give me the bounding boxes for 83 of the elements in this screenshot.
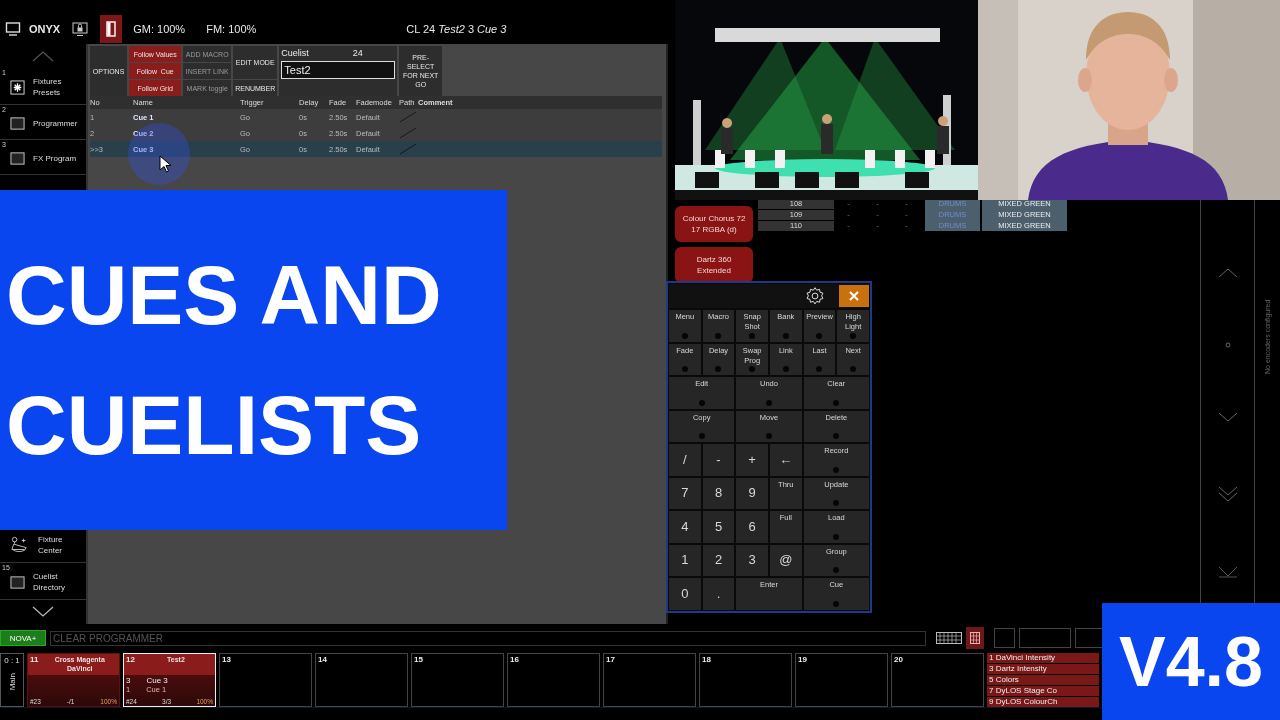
page-panel[interactable]: 0 : 1 Main	[0, 653, 24, 707]
fixture-type-button[interactable]: Colour Chorus 72 17 RGBA (d)	[675, 206, 753, 242]
asterisk-icon	[10, 79, 25, 95]
quick-list-item[interactable]: 9 DyLOS ColourCh	[987, 697, 1099, 707]
grid-icon	[970, 632, 980, 644]
fader-number: 18	[702, 655, 711, 664]
bank-number: 0 : 1	[4, 656, 20, 665]
quick-list-item[interactable]: 1 DaVinci Intensity	[987, 653, 1099, 663]
fader-number: 13	[222, 655, 231, 664]
keypad-key[interactable]: 1	[669, 544, 701, 576]
playback-fader[interactable]: 13	[219, 653, 312, 707]
cuelist-status: CL 24 Test2 3 Cue 3	[406, 23, 507, 35]
cuelist-label: Cuelist	[281, 48, 309, 58]
fader-number: 14	[318, 655, 327, 664]
playback-fader[interactable]: 20	[891, 653, 984, 707]
window-icon	[10, 574, 25, 590]
lock-screen-icon[interactable]	[72, 21, 89, 37]
keypad-key[interactable]: 7	[669, 477, 701, 509]
fader-number: 15	[414, 655, 423, 664]
double-down-icon[interactable]	[1217, 486, 1238, 502]
mode-button[interactable]: NOVA+	[0, 630, 46, 646]
app-name: ONYX	[29, 23, 61, 35]
playback-fader[interactable]: 19	[795, 653, 888, 707]
playback-fader[interactable]: 17	[603, 653, 696, 707]
fader-number: 19	[798, 655, 807, 664]
scroll-down-icon[interactable]	[31, 606, 55, 618]
fader-number: 16	[510, 655, 519, 664]
quick-list-item[interactable]: 3 Dartz Intensity	[987, 664, 1099, 674]
settings-icon[interactable]	[805, 286, 825, 306]
window-icon	[10, 115, 25, 131]
cuelist-number: 24	[352, 48, 363, 58]
keypad-key[interactable]: 6	[736, 511, 768, 543]
quick-list-item[interactable]: 7 DyLOS Stage Co	[987, 686, 1099, 696]
keypad-key[interactable]: ←	[770, 444, 802, 476]
quick-list-item[interactable]: 5 Colors	[987, 675, 1099, 685]
page-up-icon[interactable]	[1217, 268, 1238, 278]
page-down-icon[interactable]	[1217, 412, 1238, 422]
keypad-key[interactable]: +	[736, 444, 768, 476]
flash-master-level: FM: 100%	[206, 23, 257, 35]
fixture-icon	[10, 536, 30, 554]
keypad-key[interactable]: 8	[702, 477, 735, 509]
grid-button[interactable]	[966, 627, 984, 649]
page-name: Main	[7, 673, 17, 691]
fader-number: 20	[894, 655, 903, 664]
fader-number: 11	[30, 655, 39, 664]
window-icon	[10, 150, 25, 166]
keypad-key[interactable]: 9	[736, 477, 768, 509]
title-text: CUELISTS	[6, 377, 423, 474]
last-page-icon[interactable]	[1217, 566, 1238, 578]
cuelist-name-field[interactable]: Test2	[281, 61, 396, 79]
keypad-key[interactable]: 4	[669, 511, 701, 543]
keypad-key[interactable]: 2	[702, 544, 735, 576]
empty-slot[interactable]	[1019, 628, 1071, 648]
keypad-key[interactable]: -	[702, 444, 735, 476]
version-text: V4.8	[1119, 621, 1263, 702]
center-dot-icon[interactable]	[1224, 342, 1231, 348]
close-button[interactable]	[839, 285, 869, 307]
playback-fader[interactable]: 18	[699, 653, 792, 707]
keypad-key[interactable]: @	[770, 544, 802, 576]
playback-fader[interactable]: 16	[507, 653, 600, 707]
door-button[interactable]	[100, 15, 123, 43]
title-text: CUES AND	[6, 247, 443, 344]
monitor-icon[interactable]	[5, 21, 21, 37]
scroll-up-icon[interactable]	[31, 50, 55, 62]
keypad-key[interactable]: 3	[736, 544, 768, 576]
command-line-field[interactable]: CLEAR PROGRAMMER	[50, 630, 926, 646]
playback-fader[interactable]: 14	[315, 653, 408, 707]
keypad-key[interactable]: /	[669, 444, 701, 476]
pointer-icon	[159, 155, 171, 173]
grand-master-level: GM: 100%	[133, 23, 186, 35]
empty-slot[interactable]	[994, 628, 1015, 648]
keypad-key[interactable]: 5	[702, 511, 735, 543]
fixture-type-button[interactable]: Dartz 360 Extended	[675, 247, 753, 283]
playback-fader[interactable]: 15	[411, 653, 504, 707]
close-icon	[849, 291, 859, 301]
keypad-key[interactable]: .	[702, 578, 735, 610]
door-icon	[106, 21, 117, 37]
fader-number: 17	[606, 655, 615, 664]
fader-number: 12	[126, 655, 135, 664]
keypad-key[interactable]: 0	[669, 578, 701, 610]
current-cue-number: 3	[126, 676, 131, 685]
keyboard-icon[interactable]	[936, 632, 962, 644]
current-cue-name: Cue 3	[146, 676, 168, 685]
